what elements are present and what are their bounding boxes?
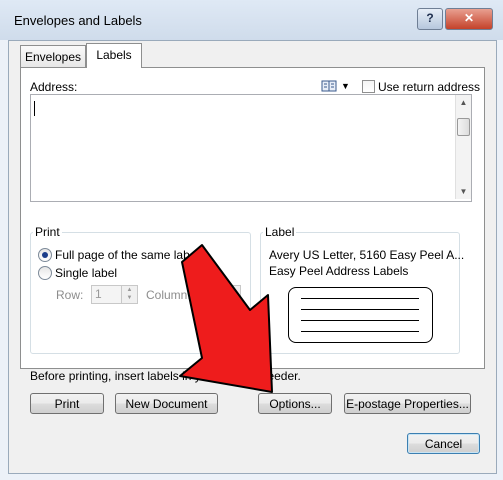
full-page-label: Full page of the same label — [55, 248, 200, 262]
epostage-properties-button[interactable]: E-postage Properties... — [344, 393, 471, 414]
column-spin-buttons[interactable]: ▲ ▼ — [224, 286, 240, 303]
label-product-name: Avery US Letter, 5160 Easy Peel A... — [269, 248, 465, 262]
row-spin-buttons[interactable]: ▲ ▼ — [121, 286, 137, 303]
address-scrollbar[interactable]: ▲ ▼ — [455, 95, 471, 199]
tab-labels-label: Labels — [96, 48, 132, 62]
tab-labels[interactable]: Labels — [86, 43, 142, 68]
label-preview-image[interactable] — [288, 287, 433, 343]
row-spinner[interactable]: 1 ▲ ▼ — [91, 285, 138, 304]
tab-envelopes-label: Envelopes — [24, 50, 82, 64]
single-label-label: Single label — [55, 266, 118, 280]
address-input[interactable] — [30, 94, 472, 202]
scroll-up-icon[interactable]: ▲ — [456, 95, 471, 110]
row-value: 1 — [95, 287, 102, 301]
text-caret — [34, 101, 35, 116]
address-label: Address: — [30, 80, 78, 94]
tab-envelopes[interactable]: Envelopes — [20, 45, 86, 68]
column-spinner[interactable]: 1 ▲ ▼ — [194, 285, 241, 304]
row-label: Row: — [56, 288, 84, 302]
feed-instructions-text: Before printing, insert labels in your m… — [30, 369, 301, 383]
use-return-address-checkbox[interactable] — [362, 80, 375, 93]
address-book-icon[interactable] — [321, 80, 337, 92]
help-button[interactable]: ? — [417, 8, 443, 30]
close-button[interactable]: ✕ — [445, 8, 493, 30]
use-return-address-label: Use return address — [378, 80, 481, 94]
chevron-down-icon[interactable]: ▼ — [341, 81, 350, 91]
print-group-legend: Print — [33, 225, 62, 239]
options-button[interactable]: Options... — [258, 393, 332, 414]
column-value: 1 — [198, 287, 205, 301]
label-group-legend: Label — [263, 225, 297, 239]
single-label-radio[interactable] — [38, 266, 52, 280]
label-product-type: Easy Peel Address Labels — [269, 264, 409, 278]
new-document-button[interactable]: New Document — [115, 393, 218, 414]
print-button[interactable]: Print — [30, 393, 104, 414]
dialog-title: Envelopes and Labels — [14, 13, 142, 28]
column-label: Column: — [146, 288, 191, 302]
cancel-button[interactable]: Cancel — [407, 433, 480, 454]
scrollbar-thumb[interactable] — [457, 118, 470, 136]
full-page-radio[interactable] — [38, 248, 52, 262]
scroll-down-icon[interactable]: ▼ — [456, 184, 471, 199]
